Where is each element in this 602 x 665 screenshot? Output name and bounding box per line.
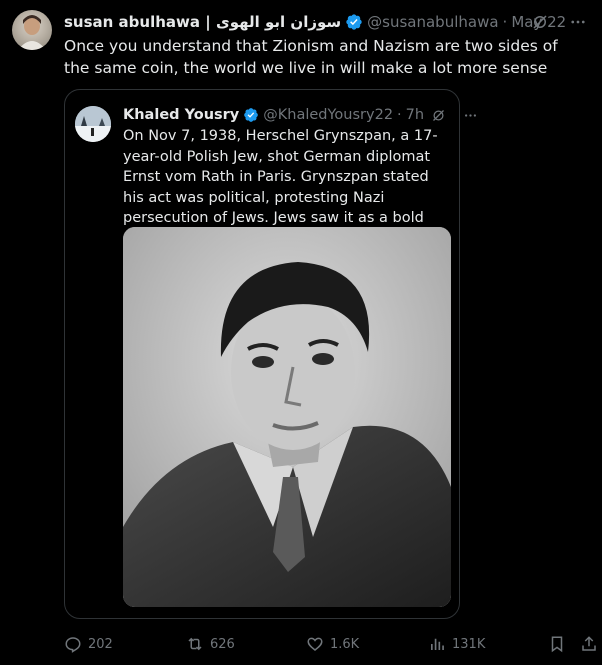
author-handle[interactable]: @susanabulhawa: [367, 13, 498, 31]
separator-dot: ·: [502, 13, 508, 31]
verified-badge-icon: [244, 108, 259, 122]
quoted-post-photo[interactable]: [123, 227, 451, 607]
like-button[interactable]: 1.6K: [306, 630, 359, 658]
quoted-post[interactable]: Khaled Yousry @KhaledYousry22 · 7h On No…: [64, 89, 476, 619]
post-top-actions: [530, 12, 588, 32]
grok-icon[interactable]: [428, 105, 448, 125]
separator-dot: ·: [397, 107, 402, 123]
quoted-post-time[interactable]: 7h: [406, 107, 424, 123]
post-header: susan abulhawa | سوزان ابو الهوى @susana…: [64, 12, 566, 32]
repost-button[interactable]: 626: [186, 630, 235, 658]
verified-badge-icon: [346, 14, 362, 30]
grok-icon[interactable]: [530, 12, 550, 32]
author-avatar[interactable]: [12, 10, 52, 50]
views-button[interactable]: 131K: [428, 630, 485, 658]
share-icon: [582, 636, 596, 651]
reply-button[interactable]: 202: [64, 630, 113, 658]
repost-count: 626: [210, 636, 235, 652]
more-icon[interactable]: [460, 105, 480, 125]
quoted-author-name[interactable]: Khaled Yousry: [123, 107, 239, 123]
reply-icon: [65, 637, 81, 653]
post-actions-bar: 202 626 1.6K 131K: [64, 630, 596, 658]
views-icon: [431, 638, 444, 650]
quoted-post-actions: [428, 105, 480, 125]
like-count: 1.6K: [330, 636, 360, 652]
views-count: 131K: [452, 636, 486, 652]
quoted-author-handle[interactable]: @KhaledYousry22: [263, 107, 393, 123]
share-button[interactable]: [580, 630, 598, 658]
reply-count: 202: [88, 636, 113, 652]
post-text: Once you understand that Zionism and Naz…: [64, 37, 558, 77]
bookmark-button[interactable]: [548, 630, 566, 658]
quoted-post-header: Khaled Yousry @KhaledYousry22 · 7h: [123, 104, 476, 126]
more-icon[interactable]: [568, 12, 588, 32]
bookmark-icon: [551, 636, 563, 653]
author-name[interactable]: susan abulhawa | سوزان ابو الهوى: [64, 13, 341, 31]
repost-icon: [188, 637, 202, 651]
quoted-author-avatar[interactable]: [75, 106, 111, 142]
like-icon: [307, 637, 323, 651]
